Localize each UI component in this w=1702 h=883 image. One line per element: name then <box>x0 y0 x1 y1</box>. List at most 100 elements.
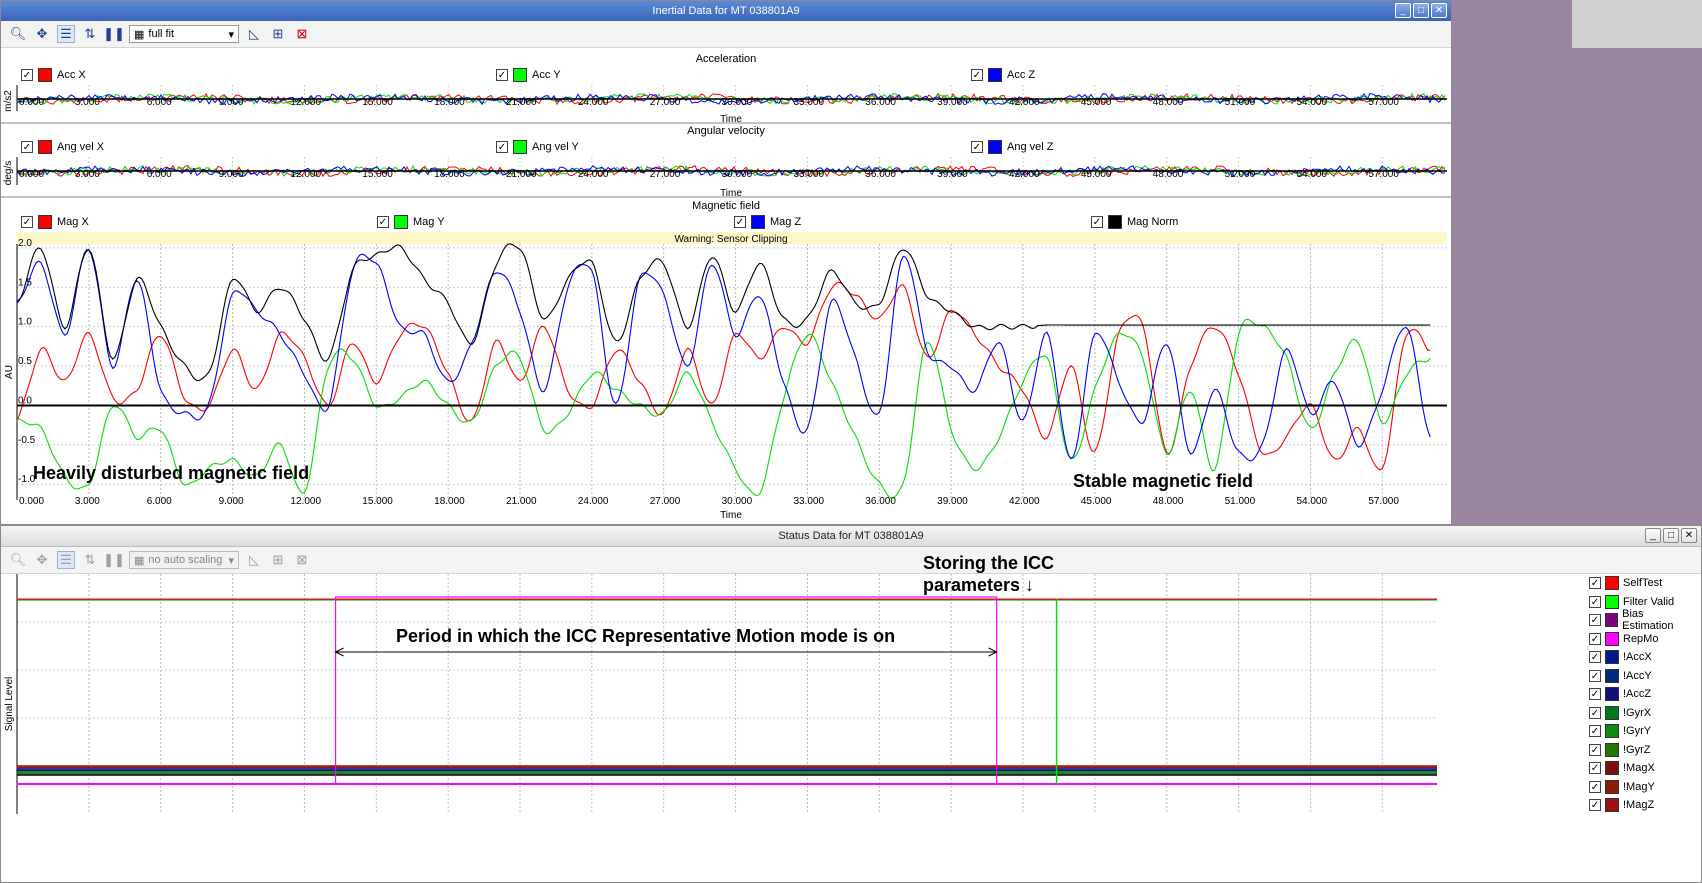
scale-select[interactable]: ▦ full fit ▾ <box>129 25 239 43</box>
pause-icon[interactable]: ❚❚ <box>103 25 125 43</box>
status-legend-item[interactable]: ✓ !AccY <box>1589 667 1695 686</box>
x-tick-label: 15.000 <box>362 97 393 108</box>
axis-settings-icon[interactable]: ⇅ <box>81 551 99 569</box>
checkbox-icon[interactable]: ✓ <box>1589 632 1601 645</box>
minimize-button[interactable]: _ <box>1645 528 1661 543</box>
checkbox-icon[interactable]: ✓ <box>1589 706 1601 719</box>
checkbox-icon[interactable]: ✓ <box>971 69 983 81</box>
x-tick-label: 42.000 <box>1009 169 1040 180</box>
checkbox-icon[interactable]: ✓ <box>1589 577 1601 590</box>
checkbox-icon[interactable]: ✓ <box>1589 688 1601 701</box>
color-swatch <box>394 215 408 229</box>
status-legend-item[interactable]: ✓ !MagX <box>1589 759 1695 778</box>
zoom-icon[interactable]: 🔍︎ <box>9 551 27 569</box>
status-legend-item[interactable]: ✓ !GyrY <box>1589 722 1695 741</box>
status-legend-item[interactable]: ✓ !MagY <box>1589 778 1695 797</box>
checkbox-icon[interactable]: ✓ <box>21 141 33 153</box>
pan-icon[interactable]: ✥ <box>33 25 51 43</box>
legend-label: !GyrY <box>1623 725 1652 738</box>
legend-toggle-icon[interactable]: ☰ <box>57 551 75 569</box>
checkbox-icon[interactable]: ✓ <box>1091 216 1103 228</box>
checkbox-icon[interactable]: ✓ <box>1589 614 1601 627</box>
color-swatch <box>1605 742 1619 757</box>
checkbox-icon[interactable]: ✓ <box>21 69 33 81</box>
checkbox-icon[interactable]: ✓ <box>1589 725 1601 738</box>
color-swatch <box>1604 613 1619 628</box>
checkbox-icon[interactable]: ✓ <box>1589 762 1601 775</box>
legend-acc-x[interactable]: ✓ Acc X <box>21 68 86 82</box>
status-legend-item[interactable]: ✓ !GyrZ <box>1589 741 1695 760</box>
angular-velocity-plot[interactable]: 0.000 3.000 6.000 9.000 12.000 15.000 18.000 21… <box>1 157 1451 199</box>
y-axis-label: m/s2 <box>3 90 14 112</box>
status-legend-item[interactable]: ✓ !AccZ <box>1589 685 1695 704</box>
legend-mag-z[interactable]: ✓ Mag Z <box>734 215 801 229</box>
status-legend-item[interactable]: ✓ RepMo <box>1589 630 1695 649</box>
side-panel-scrollbar[interactable] <box>1452 0 1702 525</box>
fit-icon[interactable]: ⊞ <box>269 25 287 43</box>
legend-angvel-z[interactable]: ✓ Ang vel Z <box>971 140 1053 154</box>
pause-icon[interactable]: ❚❚ <box>103 551 125 569</box>
status-legend-item[interactable]: ✓ SelfTest <box>1589 574 1695 593</box>
scale-select[interactable]: ▦ no auto scaling ▾ <box>129 551 239 569</box>
maximize-button[interactable]: □ <box>1663 528 1679 543</box>
checkbox-icon[interactable]: ✓ <box>1589 651 1601 664</box>
checkbox-icon[interactable]: ✓ <box>1589 780 1601 793</box>
x-tick-label: 48.000 <box>1153 496 1184 507</box>
status-window-title: Status Data for MT 038801A9 <box>778 530 924 542</box>
minimize-button[interactable]: _ <box>1395 3 1411 18</box>
color-swatch <box>1605 761 1619 776</box>
status-plot[interactable]: Signal Level <box>1 574 1581 882</box>
legend-mag-norm[interactable]: ✓ Mag Norm <box>1091 215 1178 229</box>
legend-label: !AccY <box>1623 669 1652 682</box>
legend-acc-z[interactable]: ✓ Acc Z <box>971 68 1035 82</box>
inertial-window-titlebar[interactable]: Inertial Data for MT 038801A9 _ □ ✕ <box>1 1 1451 21</box>
legend-mag-x[interactable]: ✓ Mag X <box>21 215 89 229</box>
measure-icon[interactable]: ◺ <box>245 551 263 569</box>
clear-icon[interactable]: ⊠ <box>293 25 311 43</box>
checkbox-icon[interactable]: ✓ <box>21 216 33 228</box>
checkbox-icon[interactable]: ✓ <box>1589 595 1601 608</box>
legend-mag-y[interactable]: ✓ Mag Y <box>377 215 445 229</box>
status-legend-item[interactable]: ✓ !MagZ <box>1589 796 1695 815</box>
checkbox-icon[interactable]: ✓ <box>1589 799 1601 812</box>
x-tick-label: 39.000 <box>937 97 968 108</box>
legend-toggle-icon[interactable]: ☰ <box>57 25 75 43</box>
close-button[interactable]: ✕ <box>1431 3 1447 18</box>
legend-acc-y[interactable]: ✓ Acc Y <box>496 68 561 82</box>
scale-select-value: full fit <box>148 28 175 40</box>
legend-angvel-y[interactable]: ✓ Ang vel Y <box>496 140 579 154</box>
status-legend-item[interactable]: ✓ !AccX <box>1589 648 1695 667</box>
color-swatch <box>1605 779 1619 794</box>
x-tick-label: 36.000 <box>865 97 896 108</box>
status-legend-item[interactable]: ✓ Bias Estimation <box>1589 608 1695 632</box>
clear-icon[interactable]: ⊠ <box>293 551 311 569</box>
checkbox-icon[interactable]: ✓ <box>1589 743 1601 756</box>
close-button[interactable]: ✕ <box>1681 528 1697 543</box>
status-legend-item[interactable]: ✓ !GyrX <box>1589 704 1695 723</box>
annotation-storing-icc: Storing the ICC parameters ↓ <box>923 552 1054 596</box>
x-tick-label: 39.000 <box>937 496 968 507</box>
color-swatch <box>513 68 527 82</box>
y-axis-label: AU <box>4 365 15 379</box>
acceleration-plot[interactable]: 0.000 3.000 6.000 9.000 12.000 15.000 18.000 21… <box>1 85 1451 125</box>
checkbox-icon[interactable]: ✓ <box>971 141 983 153</box>
maximize-button[interactable]: □ <box>1413 3 1429 18</box>
x-tick-label: 6.000 <box>147 97 172 108</box>
checkbox-icon[interactable]: ✓ <box>377 216 389 228</box>
axis-settings-icon[interactable]: ⇅ <box>81 25 99 43</box>
x-tick-label: 9.000 <box>219 496 244 507</box>
fit-icon[interactable]: ⊞ <box>269 551 287 569</box>
zoom-icon[interactable]: 🔍︎ <box>9 25 27 43</box>
angular-velocity-title: Angular velocity <box>687 125 765 137</box>
checkbox-icon[interactable]: ✓ <box>1589 669 1601 682</box>
x-tick-label: 21.000 <box>506 169 537 180</box>
checkbox-icon[interactable]: ✓ <box>734 216 746 228</box>
color-swatch <box>988 68 1002 82</box>
status-window-titlebar[interactable]: Status Data for MT 038801A9 _ □ ✕ <box>1 526 1701 547</box>
legend-angvel-x[interactable]: ✓ Ang vel X <box>21 140 104 154</box>
checkbox-icon[interactable]: ✓ <box>496 141 508 153</box>
checkbox-icon[interactable]: ✓ <box>496 69 508 81</box>
pan-icon[interactable]: ✥ <box>33 551 51 569</box>
measure-icon[interactable]: ◺ <box>245 25 263 43</box>
status-toolbar: 🔍︎ ✥ ☰ ⇅ ❚❚ ▦ no auto scaling ▾ ◺ ⊞ ⊠ <box>1 547 1701 574</box>
